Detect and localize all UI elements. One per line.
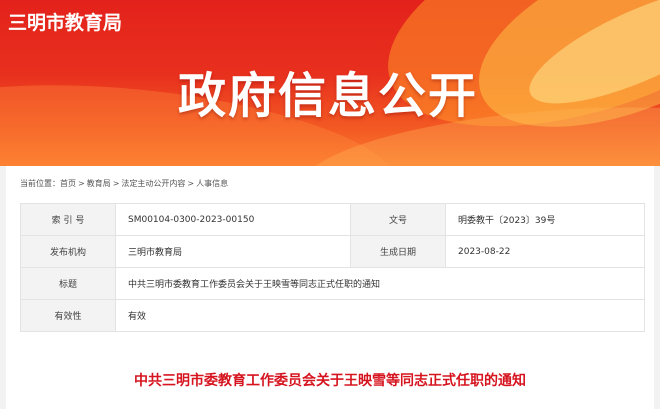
site-logo-text[interactable]: 三明市教育局 — [8, 8, 122, 35]
main-content: 当前位置：首页 > 教育局 > 法定主动公开内容 > 人事信息 索 引 号 SM00104-… — [6, 166, 654, 409]
table-row: 发布机构 三明市教育局 生成日期 2023-08-22 — [20, 235, 645, 268]
breadcrumb: 当前位置：首页 > 教育局 > 法定主动公开内容 > 人事信息 — [20, 178, 228, 189]
document-number-value: 明委教干〔2023〕39号 — [445, 203, 645, 236]
document-number-label: 文号 — [350, 203, 446, 236]
breadcrumb-separator: > — [112, 179, 120, 188]
title-value: 中共三明市委教育工作委员会关于王映雪等同志正式任职的通知 — [115, 267, 645, 300]
table-row: 标题 中共三明市委教育工作委员会关于王映雪等同志正式任职的通知 — [20, 267, 645, 300]
breadcrumb-prefix: 当前位置： — [20, 179, 60, 188]
breadcrumb-link-bureau[interactable]: 教育局 — [87, 179, 111, 188]
publisher-label: 发布机构 — [20, 235, 116, 268]
table-row: 索 引 号 SM00104-0300-2023-00150 文号 明委教干〔20… — [20, 203, 645, 236]
generated-date-value: 2023-08-22 — [445, 235, 645, 268]
title-label: 标题 — [20, 267, 116, 300]
breadcrumb-separator: > — [78, 179, 85, 188]
breadcrumb-separator: > — [187, 179, 195, 188]
publisher-value: 三明市教育局 — [115, 235, 351, 268]
article-title: 中共三明市委教育工作委员会关于王映雪等同志正式任职的通知 — [134, 373, 526, 389]
breadcrumb-link-home[interactable]: 首页 — [60, 179, 76, 188]
validity-value: 有效 — [115, 299, 645, 332]
document-meta-table: 索 引 号 SM00104-0300-2023-00150 文号 明委教干〔20… — [20, 203, 645, 332]
breadcrumb-link-disclosure[interactable]: 法定主动公开内容 — [121, 179, 185, 188]
generated-date-label: 生成日期 — [350, 235, 446, 268]
validity-label: 有效性 — [20, 299, 116, 332]
header-banner: 三明市教育局 政府信息公开 — [0, 0, 660, 166]
banner-title: 政府信息公开 — [178, 68, 479, 124]
breadcrumb-link-personnel[interactable]: 人事信息 — [196, 179, 228, 188]
table-row: 有效性 有效 — [20, 299, 645, 332]
index-number-value: SM00104-0300-2023-00150 — [115, 203, 351, 236]
index-number-label: 索 引 号 — [20, 203, 116, 236]
